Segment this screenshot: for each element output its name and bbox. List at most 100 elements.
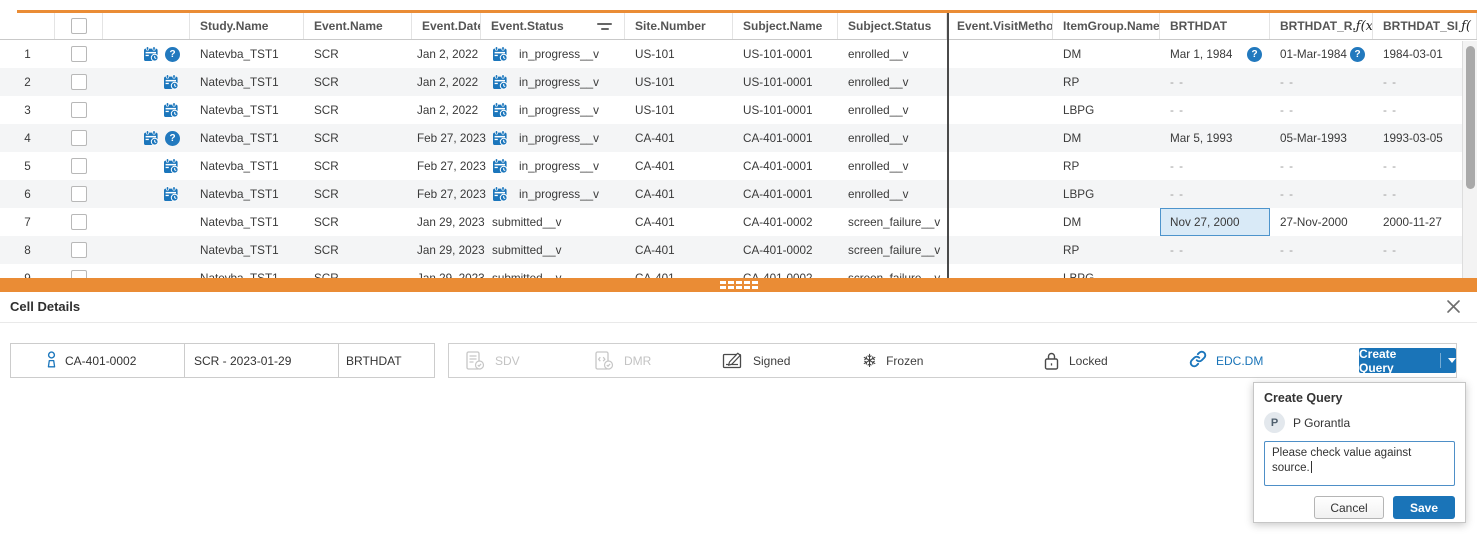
cell-event-name[interactable]: SCR xyxy=(304,264,412,278)
row-checkbox[interactable] xyxy=(71,242,87,258)
cell-checkbox[interactable] xyxy=(55,40,103,68)
cell-study[interactable]: Natevba_TST1 xyxy=(190,208,304,236)
column-header-brthdat[interactable]: BRTHDAT xyxy=(1160,13,1270,39)
cell-event-date[interactable]: Jan 2, 2022 xyxy=(412,40,481,68)
cell-subject[interactable]: CA-401-0002 xyxy=(733,264,838,278)
cell-visit-method[interactable] xyxy=(947,264,1053,278)
cell-brthdat[interactable]: - - xyxy=(1160,264,1270,278)
row-checkbox[interactable] xyxy=(71,270,87,278)
cell-event-date[interactable]: Jan 29, 2023 xyxy=(412,208,481,236)
calendar-clock-icon[interactable] xyxy=(163,158,180,175)
vertical-scrollbar[interactable] xyxy=(1462,41,1477,278)
save-button[interactable]: Save xyxy=(1393,496,1455,519)
cell-subject-status[interactable]: enrolled__v xyxy=(838,68,947,96)
cell-visit-method[interactable] xyxy=(947,96,1053,124)
cell-visit-method[interactable] xyxy=(947,152,1053,180)
cell-item-group[interactable]: LBPG xyxy=(1053,264,1160,278)
calendar-clock-icon[interactable] xyxy=(163,186,180,203)
cell-event-status[interactable]: in_progress__v xyxy=(481,124,625,152)
cell-subject-status[interactable]: enrolled__v xyxy=(838,152,947,180)
column-header-item_group[interactable]: ItemGroup.Name xyxy=(1053,13,1160,39)
calendar-clock-icon[interactable] xyxy=(492,46,509,63)
row-checkbox[interactable] xyxy=(71,186,87,202)
status-locked[interactable]: Locked xyxy=(1043,344,1108,377)
question-icon[interactable]: ? xyxy=(1247,47,1262,62)
cell-event-date[interactable]: Feb 27, 2023 xyxy=(412,180,481,208)
cell-item-group[interactable]: RP xyxy=(1053,68,1160,96)
cell-item-group[interactable]: LBPG xyxy=(1053,96,1160,124)
query-comment-textarea[interactable]: Please check value against source. xyxy=(1264,441,1455,486)
cell-subject-status[interactable]: screen_failure__v xyxy=(838,208,947,236)
filter-icon[interactable] xyxy=(597,23,612,30)
cell-study[interactable]: Natevba_TST1 xyxy=(190,40,304,68)
column-header-brthdat_si[interactable]: BRTHDAT_SIƒ( xyxy=(1373,13,1477,39)
cell-visit-method[interactable] xyxy=(947,180,1053,208)
cell-event-name[interactable]: SCR xyxy=(304,208,412,236)
column-header-site[interactable]: Site.Number xyxy=(625,13,733,39)
calendar-clock-icon[interactable] xyxy=(143,46,160,63)
cell-subject-status[interactable]: enrolled__v xyxy=(838,124,947,152)
select-all-checkbox[interactable] xyxy=(71,18,87,34)
row-checkbox[interactable] xyxy=(71,74,87,90)
status-signed[interactable]: Signed xyxy=(722,344,790,377)
calendar-clock-icon[interactable] xyxy=(143,130,160,147)
cell-study[interactable]: Natevba_TST1 xyxy=(190,236,304,264)
cell-event-status[interactable]: submitted__v xyxy=(481,264,625,278)
row-checkbox[interactable] xyxy=(71,46,87,62)
panel-splitter[interactable] xyxy=(0,278,1477,292)
cell-checkbox[interactable] xyxy=(55,68,103,96)
cell-study[interactable]: Natevba_TST1 xyxy=(190,124,304,152)
splitter-grip-icon[interactable] xyxy=(720,281,758,289)
cell-brthdat-r[interactable]: - - xyxy=(1270,236,1373,264)
cell-subject-status[interactable]: enrolled__v xyxy=(838,40,947,68)
cell-brthdat-r[interactable]: - - xyxy=(1270,180,1373,208)
cell-brthdat-r[interactable]: - - xyxy=(1270,264,1373,278)
row-checkbox[interactable] xyxy=(71,214,87,230)
cell-brthdat[interactable]: Mar 5, 1993 xyxy=(1160,124,1270,152)
cell-subject[interactable]: CA-401-0001 xyxy=(733,180,838,208)
cell-event-name[interactable]: SCR xyxy=(304,68,412,96)
cell-event-status[interactable]: in_progress__v xyxy=(481,40,625,68)
cell-item-group[interactable]: DM xyxy=(1053,124,1160,152)
cell-brthdat[interactable]: - - xyxy=(1160,68,1270,96)
cell-site[interactable]: CA-401 xyxy=(625,180,733,208)
cell-visit-method[interactable] xyxy=(947,124,1053,152)
cell-event-name[interactable]: SCR xyxy=(304,40,412,68)
cell-subject[interactable]: US-101-0001 xyxy=(733,96,838,124)
column-header-event_date[interactable]: Event.Date xyxy=(412,13,481,39)
cell-checkbox[interactable] xyxy=(55,180,103,208)
column-header-visit_method[interactable]: Event.VisitMetho xyxy=(947,13,1053,39)
cell-brthdat-r[interactable]: - - xyxy=(1270,96,1373,124)
calendar-clock-icon[interactable] xyxy=(163,74,180,91)
cell-event-name[interactable]: SCR xyxy=(304,96,412,124)
cell-checkbox[interactable] xyxy=(55,236,103,264)
calendar-clock-icon[interactable] xyxy=(492,186,509,203)
cell-subject[interactable]: CA-401-0001 xyxy=(733,152,838,180)
calendar-clock-icon[interactable] xyxy=(492,158,509,175)
cell-event-date[interactable]: Jan 2, 2022 xyxy=(412,96,481,124)
column-header-brthdat_r[interactable]: BRTHDAT_R.ƒ(x) xyxy=(1270,13,1373,39)
cell-visit-method[interactable] xyxy=(947,208,1053,236)
cell-site[interactable]: US-101 xyxy=(625,96,733,124)
cell-event-status[interactable]: submitted__v xyxy=(481,236,625,264)
cell-event-status[interactable]: in_progress__v xyxy=(481,68,625,96)
cell-site[interactable]: CA-401 xyxy=(625,236,733,264)
column-header-study[interactable]: Study.Name xyxy=(190,13,304,39)
cell-subject[interactable]: CA-401-0002 xyxy=(733,208,838,236)
cell-site[interactable]: CA-401 xyxy=(625,124,733,152)
cell-brthdat-r[interactable]: - - xyxy=(1270,68,1373,96)
calendar-clock-icon[interactable] xyxy=(492,74,509,91)
cell-study[interactable]: Natevba_TST1 xyxy=(190,264,304,278)
vertical-scrollbar-thumb[interactable] xyxy=(1466,46,1475,189)
column-header-subject[interactable]: Subject.Name xyxy=(733,13,838,39)
cell-brthdat[interactable]: Mar 1, 1984? xyxy=(1160,40,1270,68)
calendar-clock-icon[interactable] xyxy=(492,130,509,147)
cell-subject[interactable]: CA-401-0001 xyxy=(733,124,838,152)
calendar-clock-icon[interactable] xyxy=(163,102,180,119)
cell-study[interactable]: Natevba_TST1 xyxy=(190,68,304,96)
question-icon[interactable]: ? xyxy=(165,131,180,146)
cell-site[interactable]: US-101 xyxy=(625,68,733,96)
cell-event-date[interactable]: Jan 29, 2023 xyxy=(412,264,481,278)
column-header-subject_status[interactable]: Subject.Status xyxy=(838,13,947,39)
cell-event-status[interactable]: submitted__v xyxy=(481,208,625,236)
